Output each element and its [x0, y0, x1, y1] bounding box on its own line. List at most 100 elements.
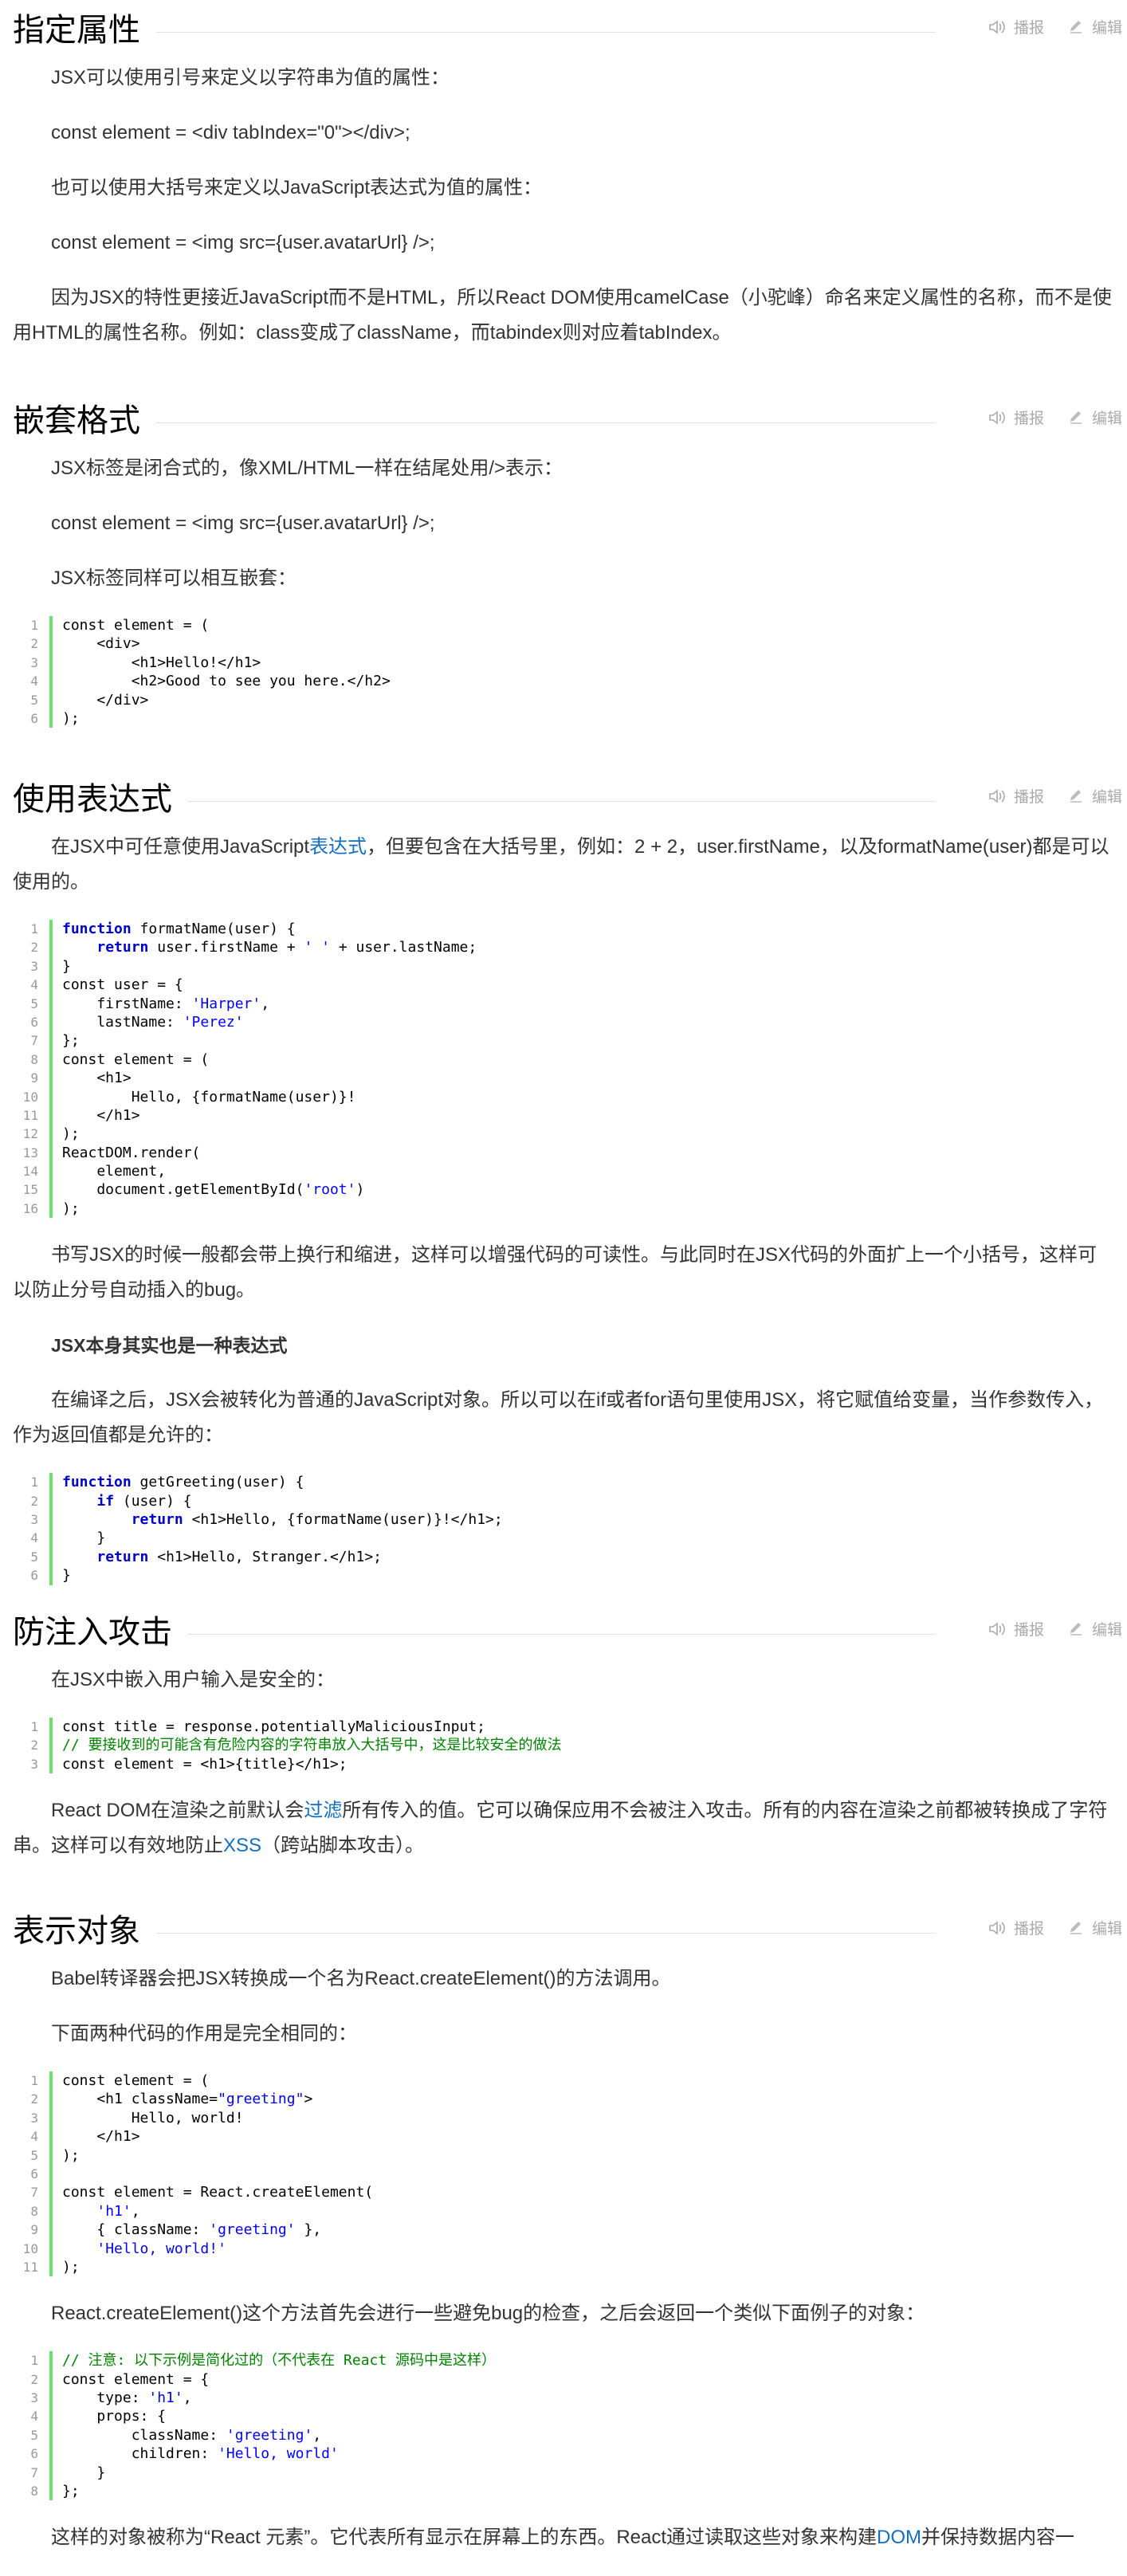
section-header: 嵌套格式 播报 编辑 — [0, 391, 1127, 448]
code-line: 5 className: 'greeting', — [16, 2425, 1114, 2445]
code-text: const user = { — [62, 976, 183, 994]
code-text: <h1> — [62, 1070, 132, 1087]
edit-button[interactable]: 编辑 — [1068, 785, 1122, 807]
code-text: const element = ( — [62, 617, 210, 634]
pencil-icon — [1068, 410, 1084, 426]
listen-label: 播报 — [1013, 789, 1044, 806]
section-tools: 播报 编辑 — [988, 406, 1122, 428]
paragraph-text: React DOM在渲染之前默认会 — [51, 1800, 304, 1822]
code-text: ); — [62, 1200, 80, 1217]
code-line: 3 type: 'h1', — [16, 2389, 1114, 2408]
code-text: <h1>Hello!</h1> — [62, 654, 261, 671]
code-text: }; — [62, 2483, 80, 2500]
edit-label: 编辑 — [1091, 789, 1122, 806]
code-line: 7 } — [16, 2463, 1114, 2483]
code-text: ); — [62, 2146, 80, 2164]
section: 指定属性 播报 编辑 JSX可以使用引号来定义以字符串为值的属性： const elem… — [0, 0, 1127, 371]
line-number: 1 — [16, 1718, 53, 1737]
code-line: 4 </h1> — [16, 2127, 1114, 2146]
code-text: }; — [62, 1032, 80, 1050]
code-line: 5 </div> — [16, 690, 1114, 709]
paragraph: 在JSX中可任意使用JavaScript表达式，但要包含在大括号里，例如：2 +… — [0, 830, 1127, 900]
code-text: firstName: 'Harper', — [62, 995, 270, 1012]
section-divider — [156, 1933, 936, 1934]
code-line: 1 const title = response.potentiallyMalic… — [16, 1718, 1114, 1737]
code-text: 'Hello, world!' — [96, 2240, 226, 2257]
listen-button[interactable]: 播报 — [988, 785, 1044, 807]
inline-link[interactable]: 表达式 — [309, 836, 367, 858]
line-number: 4 — [16, 2127, 53, 2146]
listen-button[interactable]: 播报 — [988, 16, 1044, 37]
section-body: 在JSX中可任意使用JavaScript表达式，但要包含在大括号里，例如：2 +… — [0, 827, 1127, 1585]
listen-button[interactable]: 播报 — [988, 1917, 1044, 1938]
edit-button[interactable]: 编辑 — [1068, 1618, 1122, 1639]
code-text: ); — [62, 2258, 80, 2276]
code-text: const element = { — [62, 2370, 210, 2388]
code-text: </div> — [62, 691, 149, 709]
code-text: { className: 'greeting' }, — [62, 2221, 322, 2239]
line-number: 4 — [16, 976, 53, 995]
code-line: 2 const element = { — [16, 2370, 1114, 2389]
line-number: 10 — [16, 1087, 53, 1106]
section-title: 使用表达式 — [13, 781, 172, 818]
code-line: 6} — [16, 1566, 1114, 1585]
paragraph: 在JSX中嵌入用户输入是安全的： — [51, 1669, 336, 1690]
line-number: 3 — [16, 653, 53, 673]
inline-link[interactable]: 过滤 — [304, 1800, 342, 1821]
section-body: JSX可以使用引号来定义以字符串为值的属性： const element = <d… — [0, 57, 1127, 351]
paragraph-text: 这样的对象被称为“React 元素”。它代表所有显示在屏幕上的东西。React通… — [51, 2527, 878, 2549]
code-line: 9 <h1> — [16, 1069, 1114, 1088]
line-number: 2 — [16, 938, 53, 957]
inline-link[interactable]: XSS — [223, 1835, 261, 1856]
section-header: 指定属性 播报 编辑 — [0, 0, 1127, 57]
pencil-icon — [1068, 19, 1084, 35]
paragraph: Babel转译器会把JSX转换成一个名为React.createElement(… — [51, 1968, 671, 1989]
line-number: 4 — [16, 672, 53, 691]
listen-label: 播报 — [1013, 410, 1044, 427]
paragraph: React.createElement()这个方法首先会进行一些避免bug的检查… — [51, 2303, 925, 2325]
code-text: type: 'h1', — [62, 2389, 192, 2407]
code-line: 1 function getGreeting(user) { — [16, 1473, 1114, 1492]
code-block: 1 // 注意: 以下示例是简化过的（不代表在 React 源码中是这样） 2 con… — [16, 2351, 1114, 2501]
code-line: 15 document.getElementById('root') — [16, 1180, 1114, 1200]
code-text: 'h1', — [96, 2202, 140, 2220]
pencil-icon — [1068, 1621, 1084, 1637]
edit-button[interactable]: 编辑 — [1068, 16, 1122, 37]
section-tools: 播报 编辑 — [988, 16, 1122, 37]
code-line: 5 firstName: 'Harper', — [16, 994, 1114, 1013]
section-title: 防注入攻击 — [13, 1614, 172, 1651]
listen-button[interactable]: 播报 — [988, 406, 1044, 428]
paragraph: React DOM在渲染之前默认会过滤所有传入的值。它可以确保应用不会被注入攻击… — [0, 1793, 1127, 1863]
line-number: 5 — [16, 690, 53, 709]
line-number: 2 — [16, 1736, 53, 1755]
section-header: 使用表达式 播报 编辑 — [0, 769, 1127, 827]
edit-button[interactable]: 编辑 — [1068, 1917, 1122, 1938]
speaker-icon — [988, 1920, 1006, 1936]
code-line: 8 const element = ( — [16, 1050, 1114, 1070]
line-number: 6 — [16, 2164, 53, 2184]
section-header: 防注入攻击 播报 编辑 — [0, 1602, 1127, 1659]
line-number: 6 — [16, 709, 53, 728]
code-line: 1 const element = ( — [16, 2071, 1114, 2091]
listen-button[interactable]: 播报 — [988, 1618, 1044, 1639]
line-number: 8 — [16, 1050, 53, 1070]
paragraph: JSX标签同样可以相互嵌套： — [51, 567, 297, 589]
code-text: // 注意: 以下示例是简化过的（不代表在 React 源码中是这样） — [62, 2352, 497, 2370]
code-line: 2 <h1 className="greeting"> — [16, 2090, 1114, 2109]
section-body: 在JSX中嵌入用户输入是安全的： 1 const title = response.… — [0, 1659, 1127, 1863]
paragraph-text: （跨站脚本攻击）。 — [261, 1835, 425, 1857]
code-line: 11 </h1> — [16, 1105, 1114, 1125]
code-line: 7 const element = React.createElement( — [16, 2183, 1114, 2202]
code-text: return <h1>Hello, Stranger.</h1>; — [96, 1548, 382, 1565]
inline-link[interactable]: DOM — [877, 2527, 921, 2548]
code-text: function getGreeting(user) { — [62, 1474, 304, 1491]
code-text: element, — [62, 1163, 167, 1180]
section-divider — [156, 422, 936, 423]
speaker-icon — [988, 788, 1006, 804]
line-number: 4 — [16, 1529, 53, 1548]
paragraph: 下面两种代码的作用是完全相同的： — [51, 2023, 357, 2044]
line-number: 7 — [16, 2183, 53, 2202]
edit-button[interactable]: 编辑 — [1068, 406, 1122, 428]
code-text: } — [62, 1567, 71, 1584]
